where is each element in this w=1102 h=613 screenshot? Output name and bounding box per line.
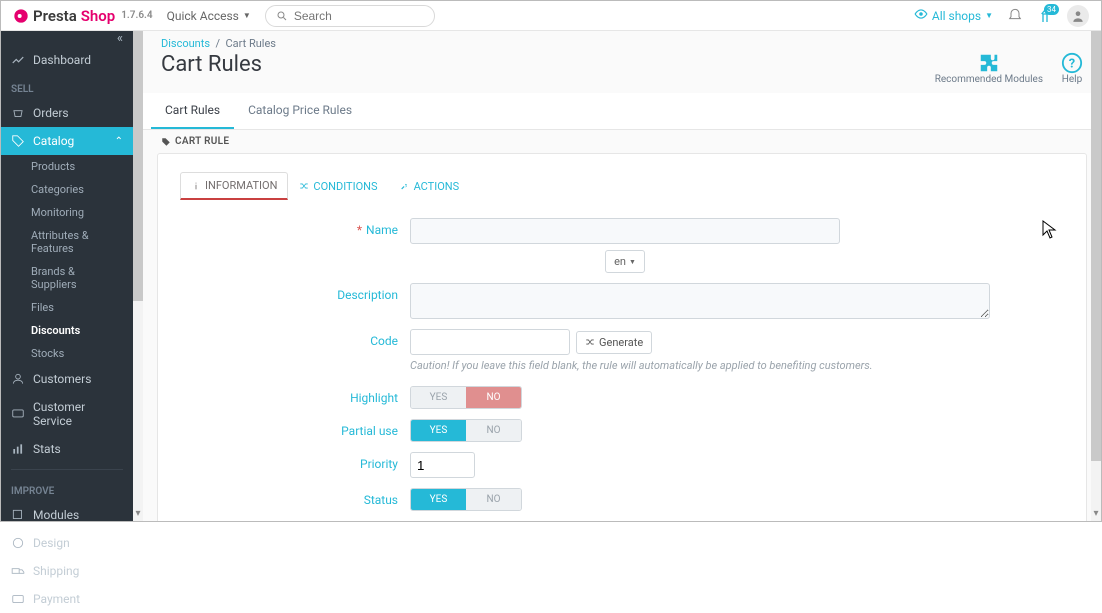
prestashop-icon <box>13 8 29 24</box>
tag-icon <box>161 137 171 147</box>
caret-down-icon: ▼ <box>985 11 993 20</box>
name-input[interactable] <box>410 218 840 244</box>
sidebar-shipping[interactable]: Shipping <box>1 557 133 585</box>
shuffle-icon <box>299 181 309 191</box>
chevron-up-icon: ⌃ <box>115 136 123 147</box>
shop-selector[interactable]: All shops ▼ <box>914 7 993 24</box>
tab-cart-rules[interactable]: Cart Rules <box>151 93 234 129</box>
palette-icon <box>11 536 25 550</box>
highlight-toggle[interactable]: YESNO <box>410 386 522 409</box>
caret-down-icon: ▼ <box>243 11 251 20</box>
code-input[interactable] <box>410 329 570 355</box>
info-icon <box>191 181 201 191</box>
sidebar-stats[interactable]: Stats <box>1 435 133 463</box>
sidebar-collapse[interactable]: « <box>1 31 133 46</box>
label-code: Code <box>180 329 410 348</box>
status-toggle[interactable]: YESNO <box>410 488 522 511</box>
sidebar-dashboard[interactable]: Dashboard <box>1 46 133 74</box>
label-name: *Name <box>180 218 410 237</box>
debug-badge: 34 <box>1044 4 1059 15</box>
description-input[interactable] <box>410 283 990 319</box>
sidebar-customer-service[interactable]: Customer Service <box>1 393 133 435</box>
puzzle-icon <box>978 52 1000 74</box>
priority-input[interactable] <box>410 452 475 478</box>
profile-avatar[interactable] <box>1067 5 1089 27</box>
stats-icon <box>11 442 25 456</box>
card-icon <box>11 592 25 606</box>
sidebar-sub-monitoring[interactable]: Monitoring <box>1 201 133 224</box>
sidebar-orders[interactable]: Orders <box>1 99 133 127</box>
sidebar-sub-categories[interactable]: Categories <box>1 178 133 201</box>
chart-icon <box>11 53 25 67</box>
label-partial-use: Partial use <box>180 419 410 438</box>
label-priority: Priority <box>180 452 410 471</box>
sidebar-sub-files[interactable]: Files <box>1 296 133 319</box>
inner-tab-conditions[interactable]: CONDITIONS <box>288 172 388 200</box>
scrollbar-thumb[interactable] <box>133 31 143 301</box>
sidebar-group-improve: IMPROVE <box>1 476 133 501</box>
sidebar-sub-stocks[interactable]: Stocks <box>1 342 133 365</box>
page-tabs: Cart Rules Catalog Price Rules <box>143 93 1101 130</box>
user-icon <box>11 372 25 386</box>
partial-use-toggle[interactable]: YESNO <box>410 419 522 442</box>
chat-icon <box>11 407 25 421</box>
notifications-icon[interactable] <box>1007 8 1023 24</box>
recommended-modules-button[interactable]: Recommended Modules <box>935 52 1043 85</box>
help-button[interactable]: ? Help <box>1061 52 1083 85</box>
basket-icon <box>11 106 25 120</box>
scrollbar-down-arrow[interactable]: ▾ <box>1093 508 1098 521</box>
sidebar-catalog[interactable]: Catalog ⌃ <box>1 127 133 155</box>
svg-text:?: ? <box>1069 57 1075 72</box>
puzzle-icon <box>11 508 25 522</box>
quick-access-dropdown[interactable]: Quick Access▼ <box>167 9 251 23</box>
caret-down-icon: ▼ <box>629 258 636 266</box>
wrench-icon <box>400 181 410 191</box>
sidebar-design[interactable]: Design <box>1 529 133 557</box>
page-title: Cart Rules <box>161 52 262 77</box>
main-sidebar: « Dashboard SELL Orders Catalog ⌃ Produc… <box>1 31 133 521</box>
search-box[interactable] <box>265 5 435 27</box>
sidebar-sub-products[interactable]: Products <box>1 155 133 178</box>
sidebar-customers[interactable]: Customers <box>1 365 133 393</box>
debug-icon[interactable]: 34 <box>1037 8 1053 24</box>
sidebar-sub-attributes[interactable]: Attributes & Features <box>1 224 133 260</box>
chevron-left-icon: « <box>117 31 123 46</box>
label-status: Status <box>180 488 410 507</box>
scrollbar-thumb[interactable] <box>1091 31 1101 461</box>
scrollbar-down-arrow[interactable]: ▾ <box>135 508 140 521</box>
panel-title: CART RULE <box>157 130 1087 153</box>
language-selector[interactable]: en▼ <box>605 250 645 273</box>
person-icon <box>1071 9 1085 23</box>
truck-icon <box>11 564 25 578</box>
sidebar-payment[interactable]: Payment <box>1 585 133 613</box>
label-highlight: Highlight <box>180 386 410 405</box>
tag-icon <box>11 134 25 148</box>
prestashop-logo: PrestaShop 1.7.6.4 <box>13 7 153 25</box>
inner-tab-actions[interactable]: ACTIONS <box>389 172 471 200</box>
sidebar-group-sell: SELL <box>1 74 133 99</box>
code-help-text: Caution! If you leave this field blank, … <box>410 359 873 372</box>
search-input[interactable] <box>294 9 414 23</box>
sidebar-scrollbar[interactable]: ▾ <box>133 31 143 521</box>
help-icon: ? <box>1061 52 1083 74</box>
breadcrumb-discounts[interactable]: Discounts <box>161 37 210 50</box>
tab-catalog-price-rules[interactable]: Catalog Price Rules <box>234 93 366 129</box>
generate-button[interactable]: Generate <box>576 331 652 354</box>
search-icon <box>276 10 288 22</box>
label-description: Description <box>180 283 410 302</box>
shuffle-icon <box>585 337 595 347</box>
sidebar-sub-brands[interactable]: Brands & Suppliers <box>1 260 133 296</box>
inner-tab-information[interactable]: INFORMATION <box>180 172 288 200</box>
sidebar-sub-discounts[interactable]: Discounts <box>1 319 133 342</box>
sidebar-modules[interactable]: Modules <box>1 501 133 529</box>
eye-icon <box>914 7 928 24</box>
main-scrollbar[interactable]: ▾ <box>1091 31 1101 521</box>
breadcrumb-cart-rules: Cart Rules <box>225 37 276 50</box>
breadcrumb: Discounts / Cart Rules <box>143 31 1101 52</box>
